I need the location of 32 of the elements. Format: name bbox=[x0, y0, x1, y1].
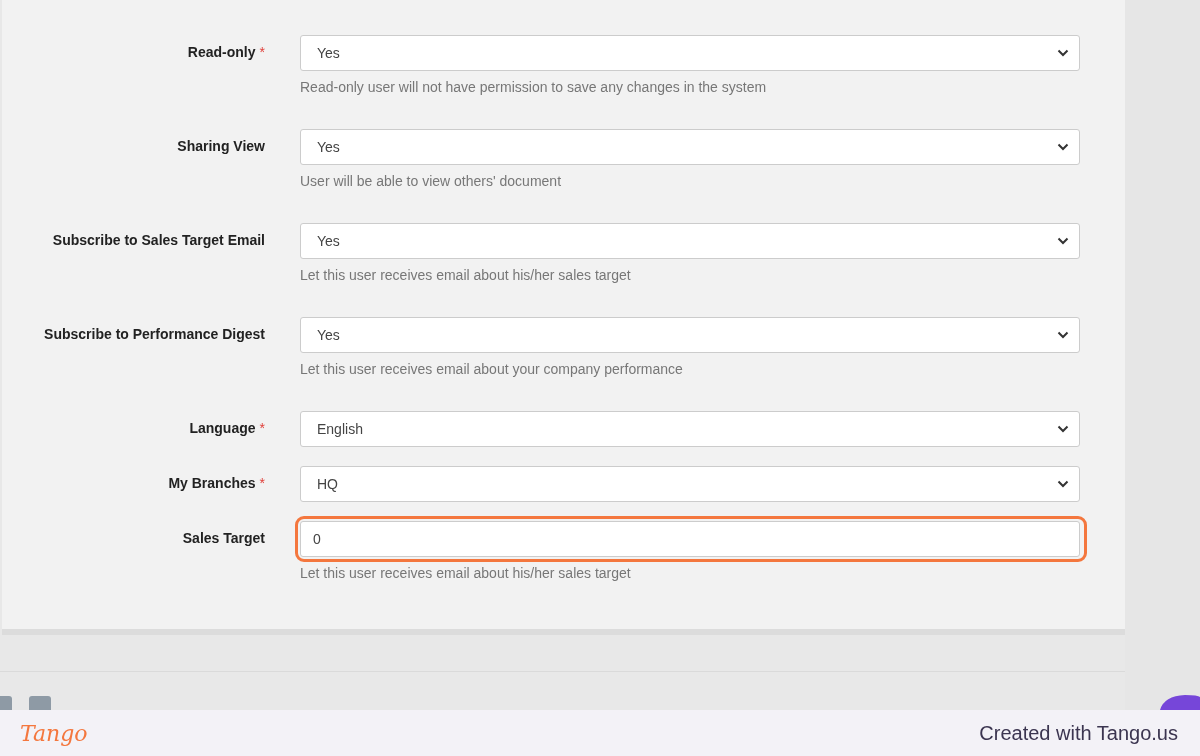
help-text: Let this user receives email about his/her sales target bbox=[300, 565, 632, 581]
tango-logo: Tango bbox=[20, 720, 88, 746]
chevron-down-icon bbox=[1057, 49, 1069, 57]
select-field[interactable]: Yes bbox=[300, 129, 1080, 165]
help-text: Let this user receives email about your company performance bbox=[300, 361, 684, 377]
help-text: Read-only user will not have permission to save any changes in the system bbox=[300, 79, 768, 95]
chevron-down-icon bbox=[1057, 425, 1069, 433]
field-label: My Branches bbox=[168, 475, 256, 491]
required-mark: * bbox=[259, 44, 265, 60]
chevron-down-icon bbox=[1057, 331, 1069, 339]
field-label: Sharing View bbox=[177, 138, 265, 154]
input-field[interactable]: 0 bbox=[300, 521, 1080, 557]
select-field[interactable]: Yes bbox=[300, 223, 1080, 259]
required-mark: * bbox=[259, 420, 265, 436]
field-label: Subscribe to Sales Target Email bbox=[52, 232, 265, 248]
select-field[interactable]: English bbox=[300, 411, 1080, 447]
select-field[interactable]: Yes bbox=[300, 35, 1080, 71]
field-label: Subscribe to Performance Digest bbox=[44, 326, 265, 342]
help-text: Let this user receives email about his/her sales target bbox=[300, 267, 632, 283]
social-icon[interactable] bbox=[29, 696, 51, 710]
select-field[interactable]: HQ bbox=[300, 466, 1080, 502]
field-label: Language bbox=[189, 420, 256, 436]
required-mark: * bbox=[259, 475, 265, 491]
field-label: Read-only bbox=[187, 44, 256, 60]
credit-text: Created with Tango.us bbox=[979, 721, 1178, 745]
field-label: Sales Target bbox=[182, 530, 265, 546]
help-text: User will be able to view others' document bbox=[300, 173, 563, 189]
select-field[interactable]: Yes bbox=[300, 317, 1080, 353]
chevron-down-icon bbox=[1057, 480, 1069, 488]
chevron-down-icon bbox=[1057, 143, 1069, 151]
chevron-down-icon bbox=[1057, 237, 1069, 245]
chat-bubble-icon[interactable] bbox=[1160, 695, 1200, 710]
